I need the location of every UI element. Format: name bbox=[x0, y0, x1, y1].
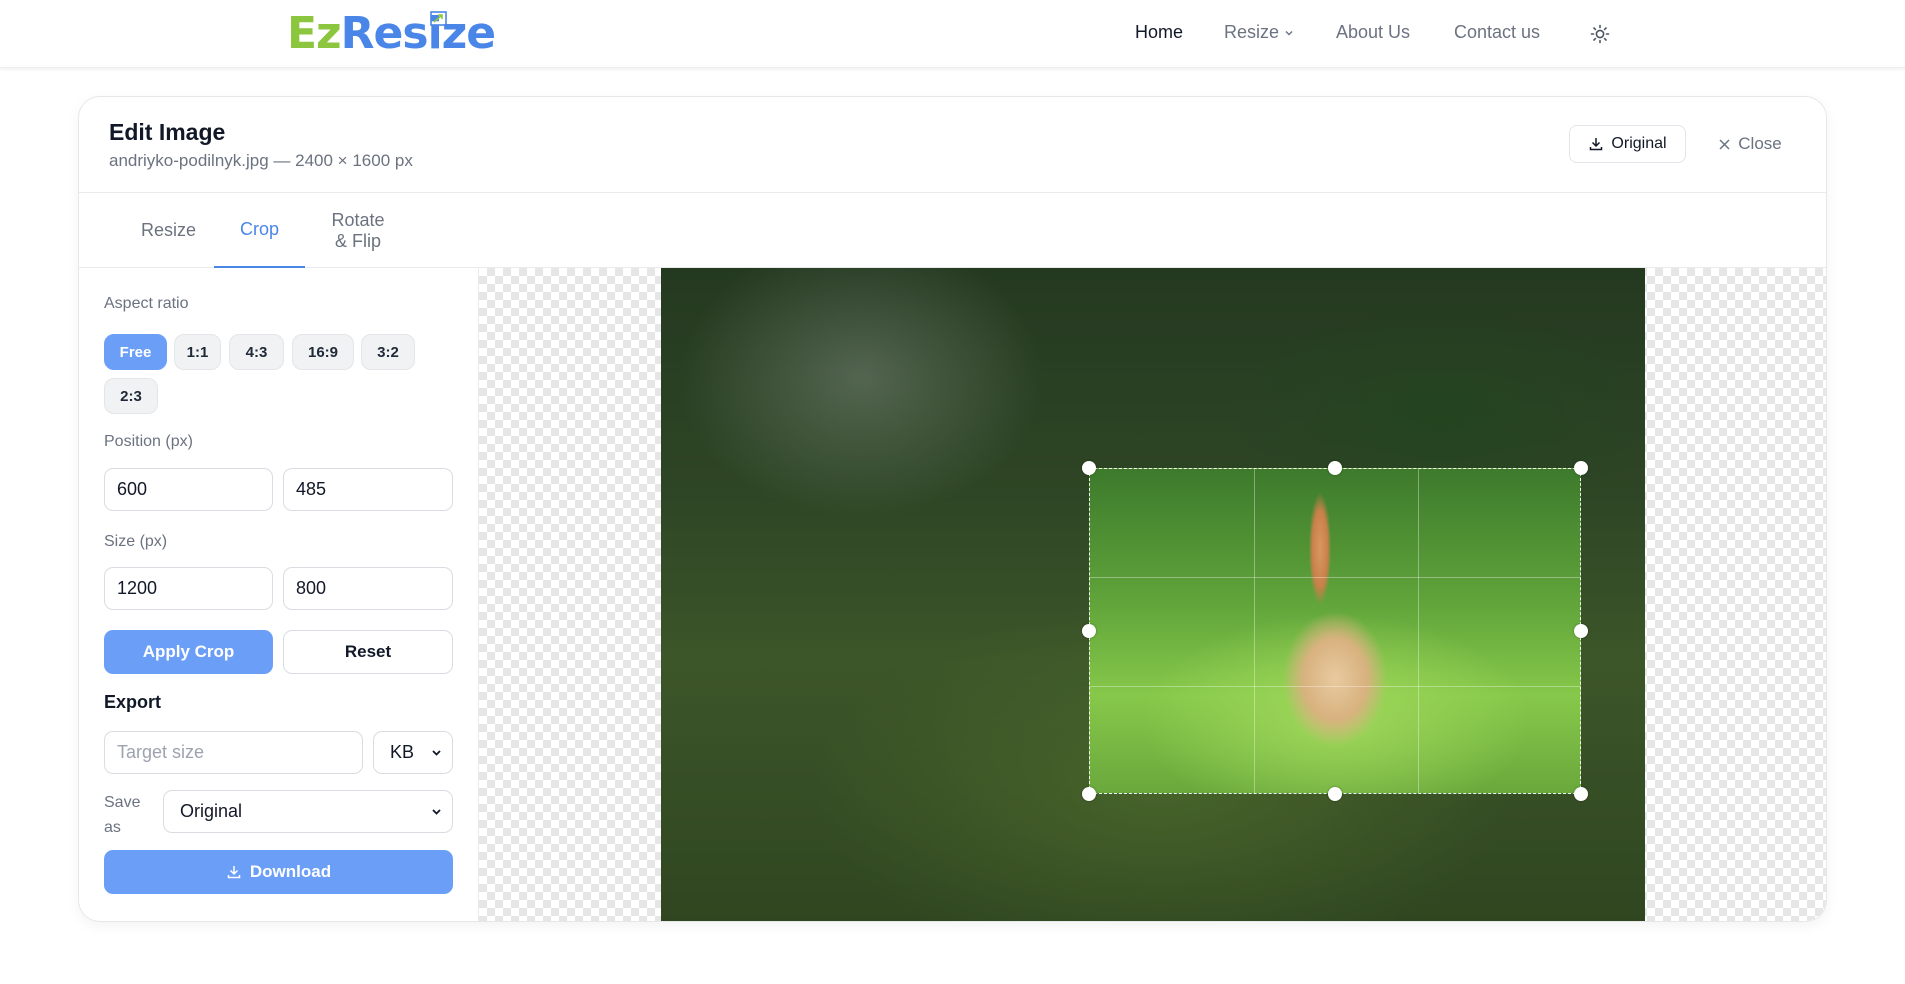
tab-resize[interactable]: Resize bbox=[106, 193, 231, 268]
chevron-down-icon bbox=[1285, 30, 1293, 35]
original-button-label: Original bbox=[1611, 135, 1667, 152]
aspect-ratio-label: Aspect ratio bbox=[104, 295, 189, 312]
nav-about-label: About Us bbox=[1336, 22, 1411, 42]
editor-tabs: Resize Crop Rotate & Flip bbox=[79, 193, 1826, 268]
nav-resize-label: Resize bbox=[1224, 22, 1280, 42]
width-input[interactable]: 1200 bbox=[104, 567, 273, 610]
crop-handle-top[interactable] bbox=[1328, 461, 1342, 475]
tab-rotate-flip-label: Rotate & Flip bbox=[331, 209, 385, 251]
download-original-button[interactable]: Original bbox=[1569, 125, 1686, 163]
top-navigation: EzResize Home Resize About Us Contact us bbox=[0, 0, 1905, 68]
crop-grid-line bbox=[1090, 686, 1580, 687]
download-button-label: Download bbox=[249, 862, 332, 881]
apply-crop-button[interactable]: Apply Crop bbox=[104, 630, 273, 674]
tab-rotate-flip[interactable]: Rotate & Flip bbox=[305, 193, 411, 268]
tab-crop[interactable]: Crop bbox=[214, 193, 305, 268]
crop-grid-line bbox=[1090, 577, 1580, 578]
card-title: Edit Image bbox=[109, 119, 226, 145]
ratio-chip-free[interactable]: Free bbox=[104, 334, 167, 370]
close-button[interactable]: Close bbox=[1705, 125, 1795, 163]
tab-crop-label: Crop bbox=[239, 219, 279, 239]
file-info: andriyko-podilnyk.jpg — 2400 × 1600 px bbox=[109, 151, 413, 170]
crop-handle-bottom-right[interactable] bbox=[1574, 787, 1588, 801]
download-icon bbox=[1590, 138, 1603, 151]
reset-button[interactable]: Reset bbox=[283, 630, 453, 674]
kitten-photo bbox=[661, 268, 1645, 921]
ratio-chip-4-3[interactable]: 4:3 bbox=[229, 334, 284, 370]
edit-image-card: Edit Image andriyko-podilnyk.jpg — 2400 … bbox=[78, 96, 1827, 922]
crop-handle-bottom-left[interactable] bbox=[1082, 787, 1096, 801]
download-button[interactable]: Download bbox=[104, 850, 453, 894]
nav-home-label: Home bbox=[1135, 22, 1184, 42]
image-canvas bbox=[479, 268, 1826, 921]
ratio-chip-16-9[interactable]: 16:9 bbox=[292, 334, 354, 370]
size-label: Size (px) bbox=[104, 533, 168, 550]
save-as-select[interactable]: Original bbox=[163, 790, 453, 833]
ratio-chip-2-3[interactable]: 2:3 bbox=[104, 378, 158, 414]
download-icon bbox=[227, 866, 241, 879]
close-button-label: Close bbox=[1738, 134, 1782, 153]
crop-handle-top-left[interactable] bbox=[1082, 461, 1096, 475]
crop-handle-left[interactable] bbox=[1082, 624, 1096, 638]
chevron-down-icon bbox=[432, 809, 441, 815]
tab-resize-label: Resize bbox=[140, 220, 197, 240]
target-size-input[interactable]: Target size bbox=[104, 731, 363, 774]
nav-resize[interactable]: Resize bbox=[1224, 22, 1294, 43]
crop-handle-top-right[interactable] bbox=[1574, 461, 1588, 475]
export-title: Export bbox=[104, 692, 162, 712]
chevron-down-icon bbox=[432, 750, 441, 756]
ratio-chip-1-1[interactable]: 1:1 bbox=[174, 334, 221, 370]
position-y-input[interactable]: 485 bbox=[283, 468, 453, 511]
nav-contact[interactable]: Contact us bbox=[1454, 22, 1540, 43]
save-as-label: Save as bbox=[104, 794, 141, 836]
position-label: Position (px) bbox=[104, 433, 193, 450]
nav-home[interactable]: Home bbox=[1135, 22, 1183, 43]
height-input[interactable]: 800 bbox=[283, 567, 453, 610]
nav-contact-label: Contact us bbox=[1454, 22, 1541, 42]
close-icon bbox=[1719, 138, 1730, 150]
crop-grid-line bbox=[1418, 469, 1419, 793]
logo[interactable]: EzResize bbox=[287, 8, 496, 60]
save-as-value: Original bbox=[180, 801, 243, 821]
ratio-chip-3-2[interactable]: 3:2 bbox=[361, 334, 415, 370]
logo-resize: Resize bbox=[340, 8, 496, 59]
crop-grid-line bbox=[1254, 469, 1255, 793]
crop-handle-bottom[interactable] bbox=[1328, 787, 1342, 801]
crop-sidebar: Aspect ratio Free 1:1 4:3 16:9 3:2 2:3 P… bbox=[79, 268, 479, 921]
logo-ez: Ez bbox=[287, 8, 342, 59]
unit-select[interactable]: KB bbox=[373, 731, 453, 774]
card-header: Edit Image andriyko-podilnyk.jpg — 2400 … bbox=[79, 97, 1826, 193]
crop-handle-right[interactable] bbox=[1574, 624, 1588, 638]
position-x-input[interactable]: 600 bbox=[104, 468, 273, 511]
unit-select-value: KB bbox=[390, 742, 415, 762]
resize-mark-icon bbox=[430, 11, 447, 26]
nav-about[interactable]: About Us bbox=[1336, 22, 1410, 43]
crop-selection[interactable] bbox=[1089, 468, 1581, 794]
theme-toggle-sun-icon[interactable] bbox=[1589, 23, 1611, 45]
